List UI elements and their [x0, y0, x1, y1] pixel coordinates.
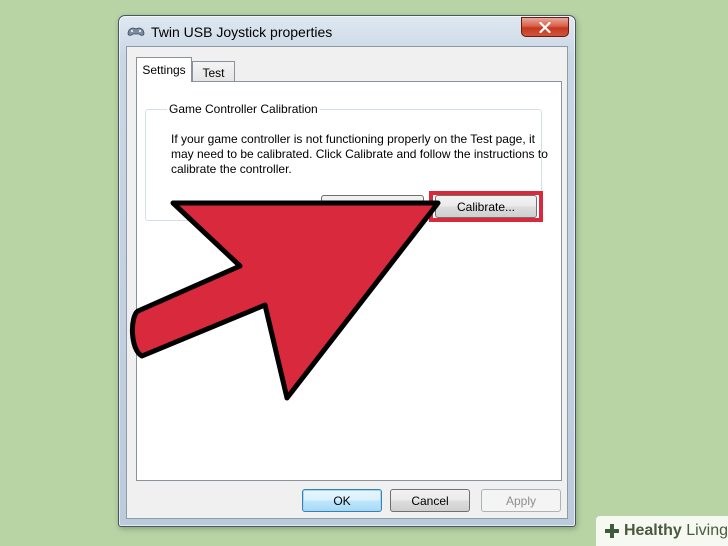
tab-test-label: Test	[202, 65, 225, 80]
calibration-description: If your game controller is not functioni…	[171, 132, 548, 176]
calibrate-button[interactable]: Calibrate...	[435, 195, 537, 218]
tab-settings-label: Settings	[142, 63, 186, 77]
joystick-icon	[127, 27, 145, 36]
dialog-client-area: Settings Test Game Controller Calibratio…	[126, 46, 568, 519]
watermark-bold: Healthy	[623, 522, 682, 539]
reset-to-default-button[interactable]: Reset to default	[321, 195, 424, 218]
close-icon	[539, 21, 551, 33]
ok-button[interactable]: OK	[302, 489, 382, 512]
watermark-text: Healthy Living	[624, 522, 728, 540]
calibration-group-label: Game Controller Calibration	[167, 102, 320, 116]
healthy-living-logo-icon	[604, 524, 619, 538]
watermark-light: Living	[681, 522, 728, 539]
properties-dialog: Twin USB Joystick properties Settings Te…	[118, 15, 576, 527]
tab-test[interactable]: Test	[192, 61, 235, 83]
calibrate-label: Calibrate...	[456, 199, 516, 214]
reset-to-default-label: Reset to default	[330, 199, 415, 214]
cancel-label: Cancel	[411, 493, 449, 508]
apply-label: Apply	[505, 493, 537, 508]
tab-settings[interactable]: Settings	[136, 57, 192, 82]
window-title: Twin USB Joystick properties	[151, 24, 333, 40]
healthy-living-watermark: Healthy Living	[596, 516, 728, 546]
ok-label: OK	[333, 493, 351, 508]
close-button[interactable]	[521, 17, 569, 37]
apply-button[interactable]: Apply	[481, 489, 561, 512]
title-bar[interactable]: Twin USB Joystick properties	[119, 16, 575, 46]
cancel-button[interactable]: Cancel	[390, 489, 470, 512]
